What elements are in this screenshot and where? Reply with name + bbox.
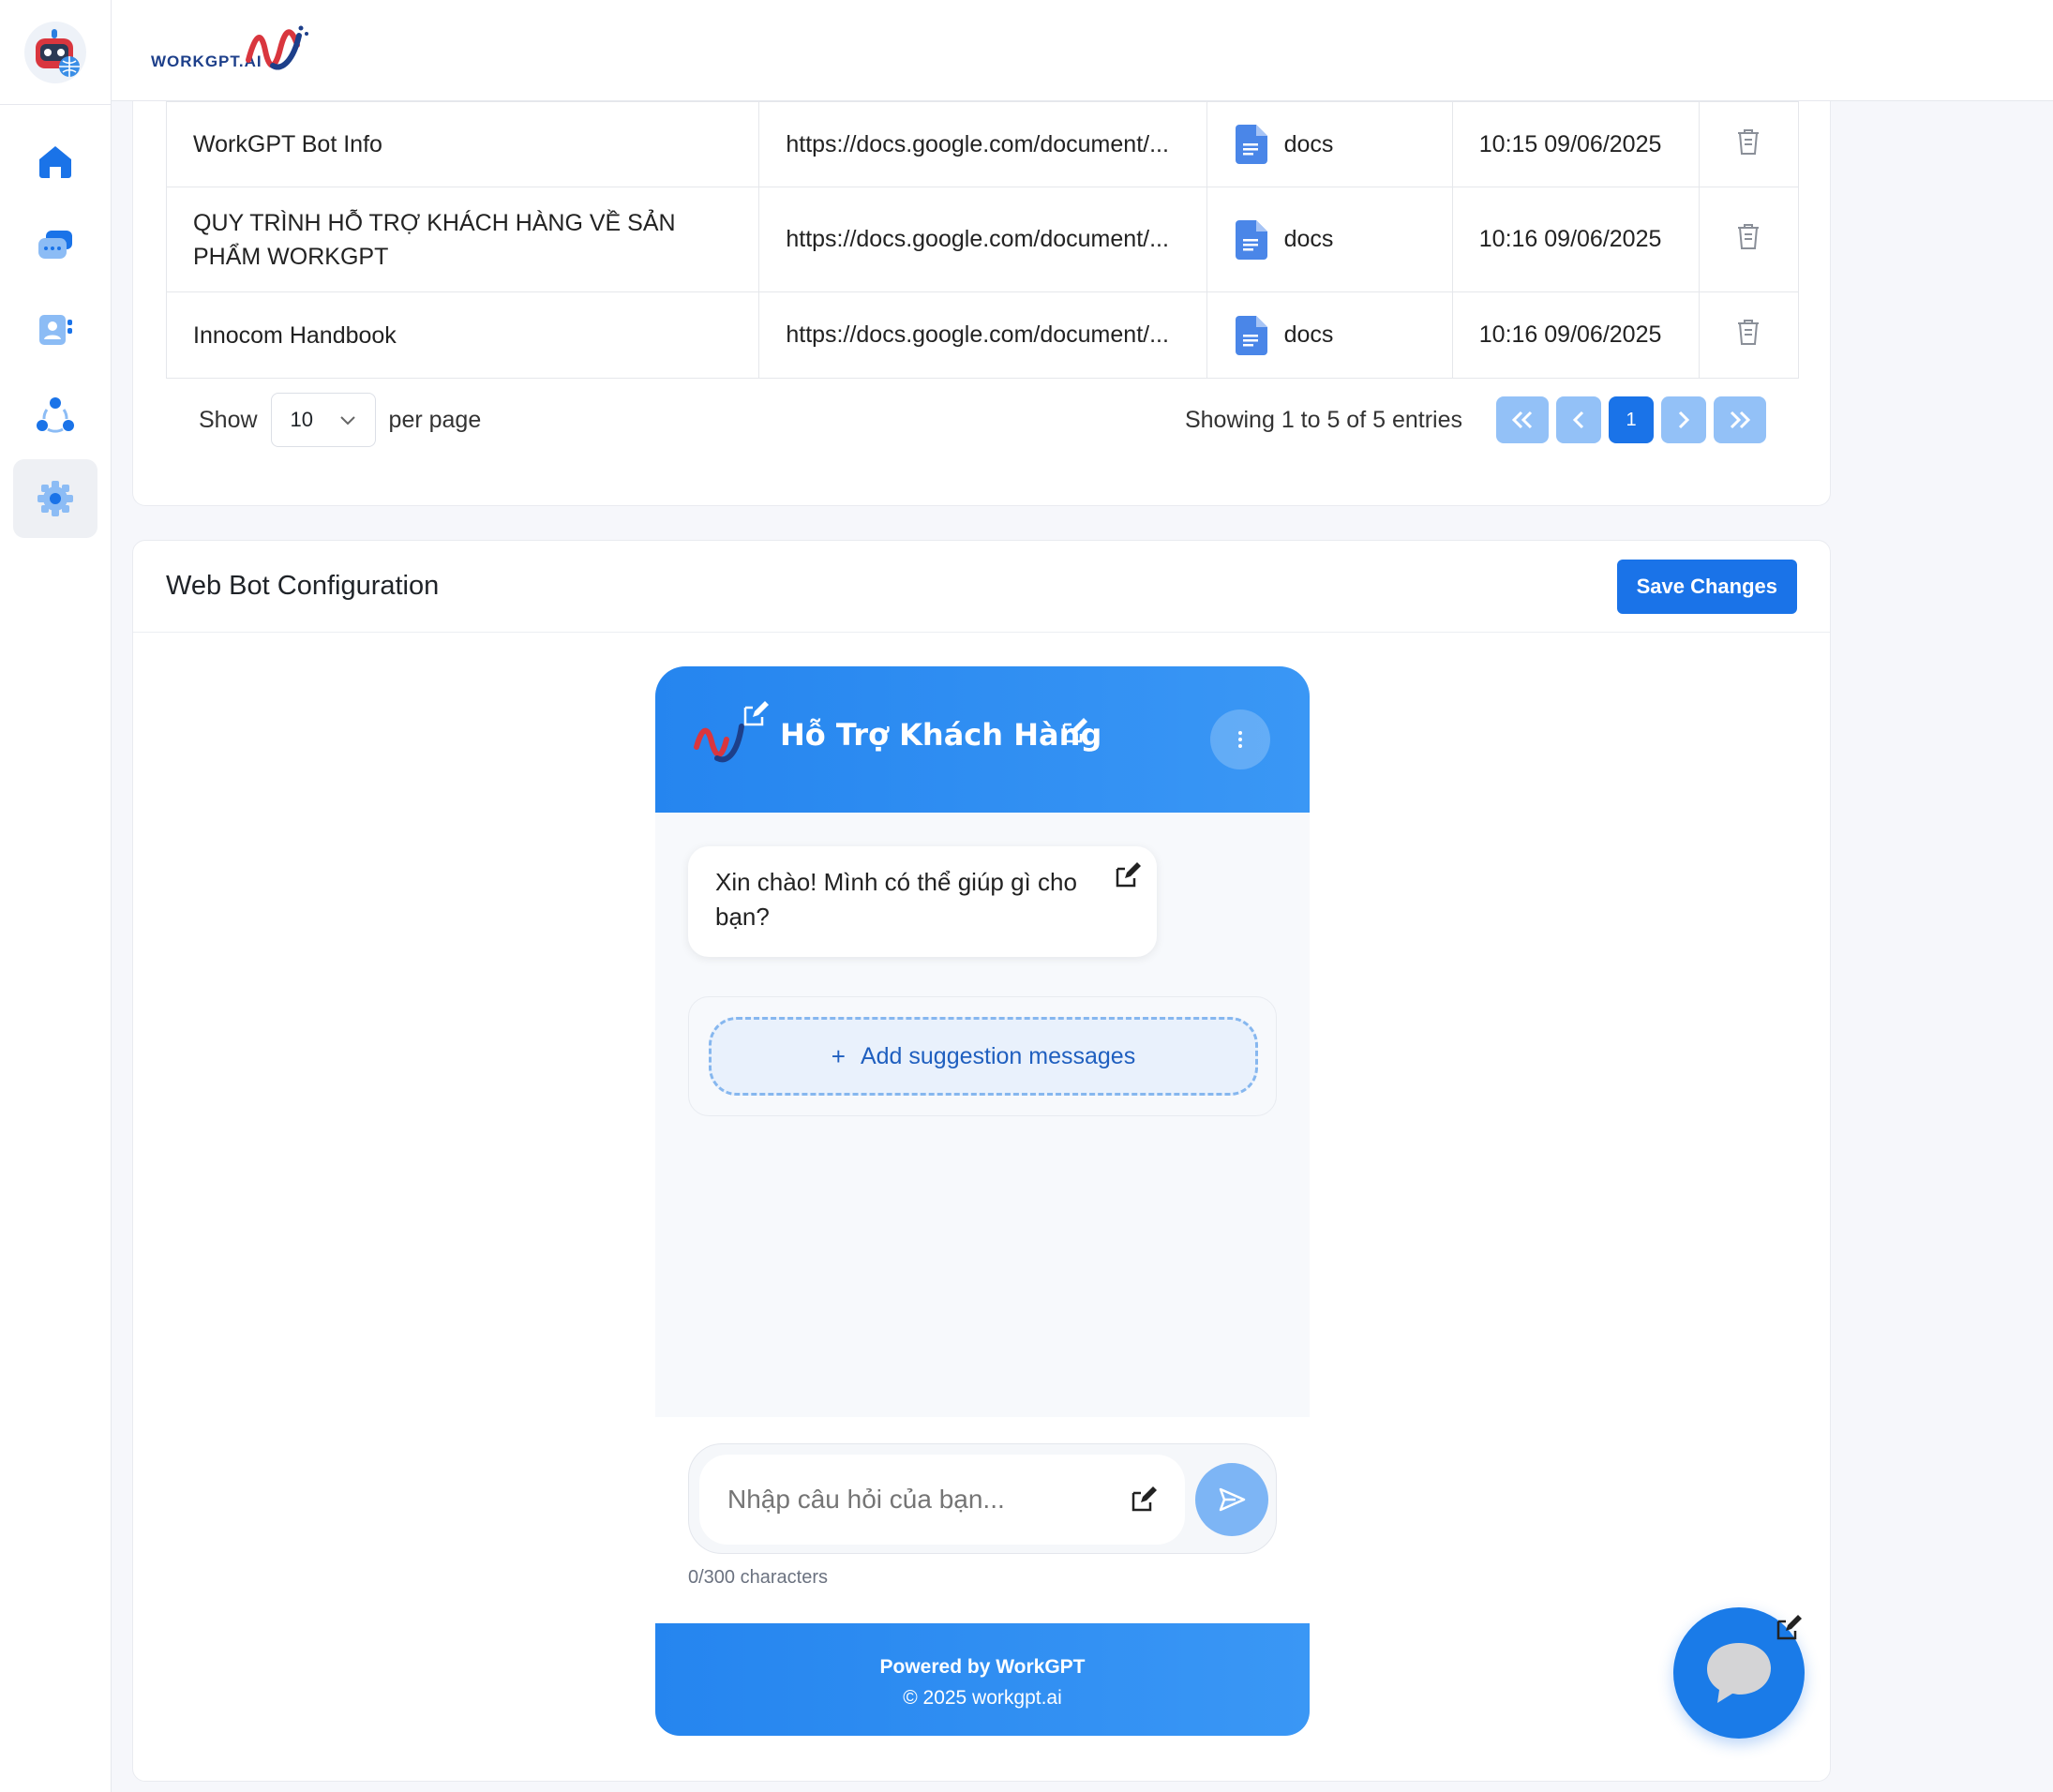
table-row: WorkGPT Bot Info https://docs.google.com… xyxy=(165,101,1800,187)
doc-name: Innocom Handbook xyxy=(165,291,760,379)
delete-button[interactable] xyxy=(1698,291,1800,379)
doc-name: QUY TRÌNH HỖ TRỢ KHÁCH HÀNG VỀ SẢN PHẨM … xyxy=(165,187,760,292)
entries-info: Showing 1 to 5 of 5 entries xyxy=(1184,406,1462,433)
top-header: WORKGPT.AI xyxy=(112,0,2053,101)
first-page-button[interactable] xyxy=(1496,396,1549,443)
app-avatar-logo[interactable] xyxy=(0,0,111,105)
contact-card-icon xyxy=(39,315,72,345)
send-icon xyxy=(1219,1487,1246,1512)
trash-icon xyxy=(1738,128,1760,155)
double-chevron-left-icon xyxy=(1511,411,1533,429)
google-docs-icon xyxy=(1235,315,1267,355)
greeting-text: Xin chào! Mình có thể giúp gì cho bạn? xyxy=(715,868,1077,931)
doc-type-label: docs xyxy=(1283,321,1334,348)
robot-logo-icon xyxy=(24,21,86,83)
doc-type-cell: docs xyxy=(1206,187,1453,292)
chevron-left-icon xyxy=(1572,411,1584,429)
doc-link[interactable]: https://docs.google.com/document/... xyxy=(758,101,1207,187)
network-icon xyxy=(37,397,74,433)
chevron-right-icon xyxy=(1678,411,1690,429)
doc-type-cell: docs xyxy=(1206,291,1453,379)
documents-card: WorkGPT Bot Info https://docs.google.com… xyxy=(132,56,1831,506)
next-page-button[interactable] xyxy=(1661,396,1706,443)
doc-name: WorkGPT Bot Info xyxy=(165,101,760,187)
sidebar-item-home[interactable] xyxy=(13,122,97,201)
char-count: 0/300 characters xyxy=(688,1567,828,1588)
double-chevron-right-icon xyxy=(1730,411,1751,429)
send-button[interactable] xyxy=(1195,1463,1268,1536)
sidebar-item-integrations[interactable] xyxy=(13,375,97,454)
trash-icon xyxy=(1738,224,1760,249)
home-icon xyxy=(39,146,71,178)
widget-input-area: 0/300 characters xyxy=(655,1417,1310,1623)
sidebar-item-contacts[interactable] xyxy=(13,291,97,369)
footer-copyright: © 2025 workgpt.ai xyxy=(903,1687,1062,1709)
edit-logo-icon[interactable] xyxy=(742,700,770,728)
save-changes-button[interactable]: Save Changes xyxy=(1616,559,1797,614)
greeting-bubble: Xin chào! Mình có thể giúp gì cho bạn? xyxy=(688,846,1157,957)
add-suggestion-label: Add suggestion messages xyxy=(860,1042,1136,1069)
sidebar-item-chats[interactable] xyxy=(13,206,97,285)
widget-title: Hỗ Trợ Khách Hàng xyxy=(780,717,1102,753)
chevron-down-icon xyxy=(339,416,355,426)
edit-launcher-icon[interactable] xyxy=(1775,1614,1803,1642)
add-suggestion-button[interactable]: + Add suggestion messages xyxy=(709,1017,1258,1096)
doc-date: 10:15 09/06/2025 xyxy=(1451,101,1700,187)
sidebar-item-settings[interactable] xyxy=(13,459,97,538)
chat-icon xyxy=(38,231,72,259)
per-page-select[interactable]: 10 xyxy=(270,393,376,447)
gear-icon xyxy=(37,481,73,516)
message-input[interactable] xyxy=(699,1455,1185,1545)
doc-link[interactable]: https://docs.google.com/document/... xyxy=(758,187,1207,292)
widget-header: Hỗ Trợ Khách Hàng xyxy=(655,666,1310,813)
edit-title-icon[interactable] xyxy=(1060,717,1088,745)
delete-button[interactable] xyxy=(1698,187,1800,292)
chat-bubble-icon xyxy=(1707,1643,1771,1703)
page-button-current[interactable]: 1 xyxy=(1609,396,1654,443)
config-header: Web Bot Configuration Save Changes xyxy=(133,541,1830,633)
doc-link[interactable]: https://docs.google.com/document/... xyxy=(758,291,1207,379)
plus-icon: + xyxy=(831,1041,846,1070)
doc-type-label: docs xyxy=(1283,226,1334,252)
widget-footer: Powered by WorkGPT © 2025 workgpt.ai xyxy=(655,1623,1310,1736)
prev-page-button[interactable] xyxy=(1556,396,1601,443)
sidebar xyxy=(0,0,112,1792)
edit-greeting-icon[interactable] xyxy=(1114,861,1142,889)
per-page-value: 10 xyxy=(290,408,314,431)
show-label: Show xyxy=(199,406,258,433)
documents-table: WorkGPT Bot Info https://docs.google.com… xyxy=(165,101,1800,379)
doc-type-label: docs xyxy=(1283,130,1334,157)
table-row: Innocom Handbook https://docs.google.com… xyxy=(165,291,1800,379)
more-vertical-icon xyxy=(1238,731,1242,748)
delete-button[interactable] xyxy=(1698,101,1800,187)
widget-body: Xin chào! Mình có thể giúp gì cho bạn? +… xyxy=(655,813,1310,1417)
doc-date: 10:16 09/06/2025 xyxy=(1451,187,1700,292)
footer-powered-by: Powered by WorkGPT xyxy=(879,1656,1086,1678)
per-page-label: per page xyxy=(388,406,482,433)
table-row: QUY TRÌNH HỖ TRỢ KHÁCH HÀNG VỀ SẢN PHẨM … xyxy=(165,187,1800,292)
config-title: Web Bot Configuration xyxy=(166,571,440,601)
doc-date: 10:16 09/06/2025 xyxy=(1451,291,1700,379)
chat-widget-preview: Hỗ Trợ Khách Hàng Xin chào! Mình có thể … xyxy=(655,666,1310,1736)
workgpt-wave-icon xyxy=(246,25,308,69)
last-page-button[interactable] xyxy=(1714,396,1766,443)
google-docs-icon xyxy=(1235,219,1267,260)
pagination-bar: Show 10 per page Showing 1 to 5 of 5 ent… xyxy=(199,392,1766,448)
edit-placeholder-icon[interactable] xyxy=(1130,1486,1158,1514)
message-input-box xyxy=(688,1443,1277,1554)
google-docs-icon xyxy=(1235,125,1267,164)
widget-menu-button[interactable] xyxy=(1210,709,1270,769)
doc-type-cell: docs xyxy=(1206,101,1453,187)
trash-icon xyxy=(1738,320,1760,345)
workgpt-logo[interactable]: WORKGPT.AI xyxy=(151,22,320,79)
suggestion-area: + Add suggestion messages xyxy=(688,996,1277,1116)
web-bot-config-card: Web Bot Configuration Save Changes Hỗ Tr… xyxy=(132,540,1831,1782)
